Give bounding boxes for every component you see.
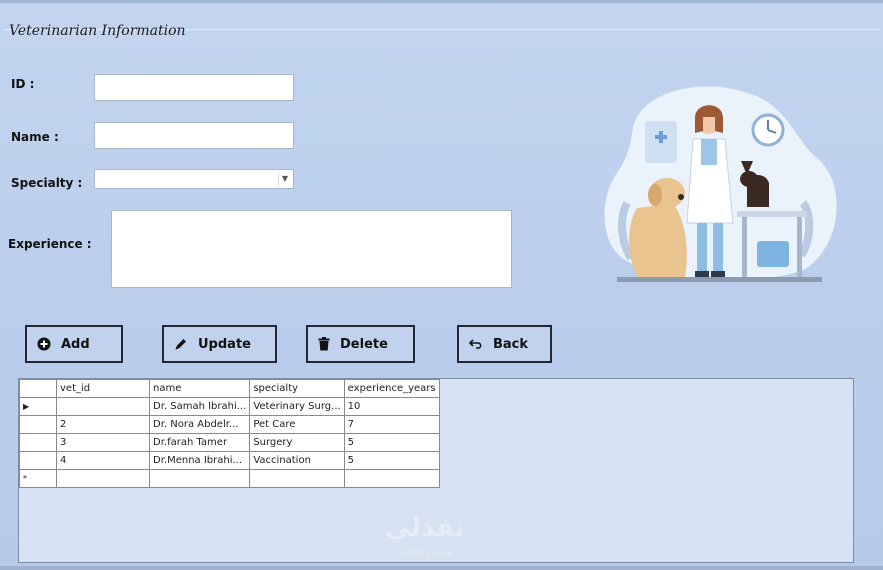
chevron-down-icon[interactable]: ▼ [278,173,291,185]
cell-vet-id[interactable]: 2 [56,415,150,434]
table-row[interactable]: 2 Dr. Nora Abdelr... Pet Care 7 [19,415,440,434]
row-selector[interactable] [19,433,57,452]
row-selector[interactable]: ▶ [19,397,57,416]
cell-experience-years[interactable]: 5 [343,433,440,452]
delete-button[interactable]: Delete [306,325,415,363]
delete-button-label: Delete [340,336,388,352]
specialty-select[interactable]: ▼ [94,169,294,189]
cell-experience-years[interactable]: 7 [343,415,440,434]
column-header-name[interactable]: name [148,379,251,398]
cell-new-vet-id[interactable] [56,469,150,488]
veterinarian-illustration [604,86,837,282]
watermark: نفذلي [385,513,465,543]
table-row[interactable]: ▶ 1 Dr. Samah Ibrahi... Veterinary Surg.… [19,397,440,416]
back-arrow-icon [469,339,482,349]
cell-new-experience-years[interactable] [343,469,440,488]
new-row[interactable]: * [19,469,440,488]
add-button[interactable]: Add [25,325,123,363]
cell-name[interactable]: Dr.Menna Ibrahi... [148,451,251,470]
cell-name[interactable]: Dr. Samah Ibrahi... [148,397,251,416]
back-button[interactable]: Back [457,325,552,363]
name-label: Name : [11,130,59,144]
specialty-label: Specialty : [11,176,83,190]
cell-name[interactable]: Dr. Nora Abdelr... [148,415,251,434]
id-label: ID : [11,77,35,91]
cell-specialty[interactable]: Veterinary Surg... [249,397,345,416]
experience-label: Experience : [8,237,92,251]
table-header-row: vet_id name specialty experience_years [19,379,440,398]
column-header-vet-id[interactable]: vet_id [56,379,150,398]
cell-experience-years[interactable]: 10 [343,397,440,416]
update-button-label: Update [198,336,251,352]
cell-specialty[interactable]: Vaccination [249,451,345,470]
trash-icon [318,337,330,351]
id-field[interactable] [94,74,294,101]
update-button[interactable]: Update [162,325,277,363]
cell-experience-years[interactable]: 5 [343,451,440,470]
column-header-experience-years[interactable]: experience_years [343,379,440,398]
watermark-sub: nafzly.com [400,549,454,560]
column-header-specialty[interactable]: specialty [249,379,345,398]
name-input[interactable] [95,123,293,148]
plus-circle-icon [37,337,51,351]
cell-specialty[interactable]: Pet Care [249,415,345,434]
dog-body [629,203,687,278]
cell-vet-id[interactable]: 1 [56,397,150,416]
group-title: Veterinarian Information [9,23,186,39]
cell-vet-id[interactable]: 3 [56,433,150,452]
cell-name[interactable]: Dr.farah Tamer [148,433,251,452]
pencil-icon [175,339,186,350]
vets-table: vet_id name specialty experience_years ▶… [19,379,440,488]
new-row-marker[interactable]: * [19,469,57,488]
cell-specialty[interactable]: Surgery [249,433,345,452]
table-row[interactable]: 4 Dr.Menna Ibrahi... Vaccination 5 [19,451,440,470]
back-button-label: Back [493,336,529,352]
experience-field[interactable] [111,210,512,288]
add-button-label: Add [61,336,90,352]
cell-vet-id[interactable]: 4 [56,451,150,470]
cell-new-specialty[interactable] [249,469,345,488]
row-selector[interactable] [19,415,57,434]
cell-new-name[interactable] [148,469,251,488]
main-window: Veterinarian Information ID : Name : Spe… [0,0,883,570]
experience-textarea[interactable] [112,211,511,287]
table-row[interactable]: 3 Dr.farah Tamer Surgery 5 [19,433,440,452]
row-selector[interactable] [19,451,57,470]
id-input[interactable] [95,75,293,100]
bottom-strip [0,566,883,570]
row-header-corner [19,379,57,398]
name-field[interactable] [94,122,294,149]
